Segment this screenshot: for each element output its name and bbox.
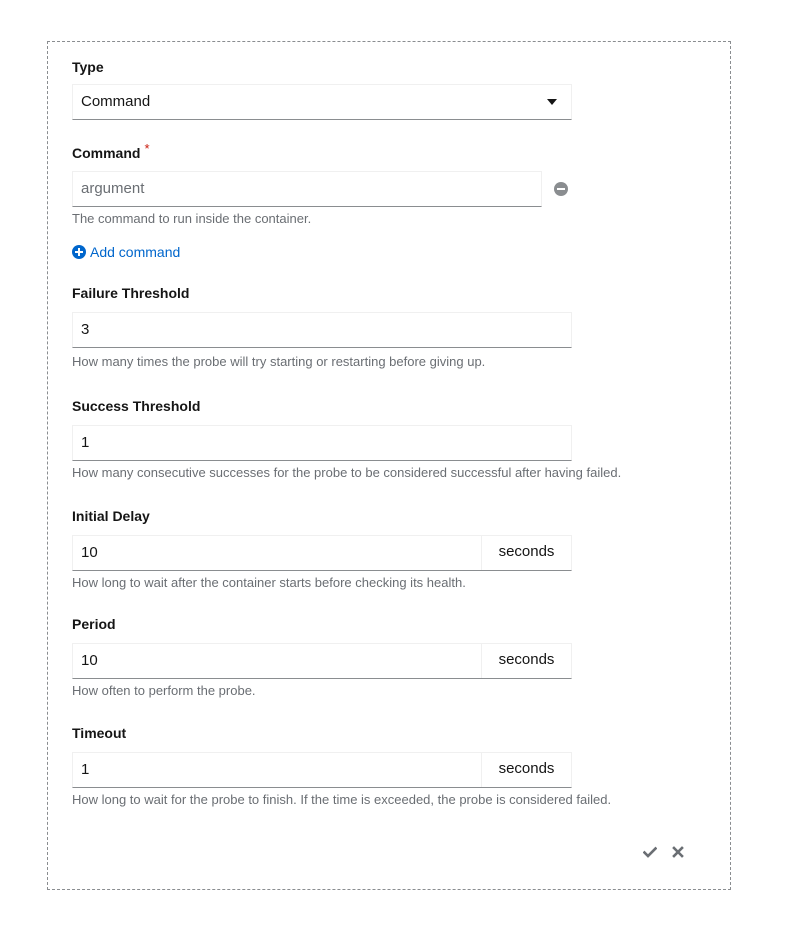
timeout-helper: How long to wait for the probe to finish…: [72, 792, 612, 807]
failure-threshold-helper: How many times the probe will try starti…: [72, 354, 486, 369]
initial-delay-value: 10: [81, 544, 98, 561]
close-icon[interactable]: [671, 845, 685, 859]
type-select[interactable]: Command: [72, 84, 572, 120]
period-label: Period: [72, 616, 116, 632]
add-command-label: Add command: [90, 244, 181, 260]
command-label-text: Command: [72, 145, 141, 161]
command-helper: The command to run inside the container.: [72, 211, 312, 226]
timeout-label: Timeout: [72, 725, 127, 741]
plus-circle-icon: [72, 245, 86, 259]
remove-command-icon[interactable]: [554, 182, 568, 196]
success-threshold-input[interactable]: 1: [72, 425, 572, 461]
add-command-button[interactable]: Add command: [72, 244, 180, 260]
timeout-input[interactable]: 1 seconds: [72, 752, 572, 788]
initial-delay-label: Initial Delay: [72, 508, 150, 524]
command-field: Command * argument The command to run ins…: [72, 141, 712, 264]
period-input[interactable]: 10 seconds: [72, 643, 572, 679]
required-marker: *: [144, 141, 150, 156]
success-threshold-helper: How many consecutive successes for the p…: [72, 465, 622, 480]
command-label: Command *: [72, 141, 712, 163]
command-argument-input[interactable]: argument: [72, 171, 542, 207]
command-argument-placeholder: argument: [81, 180, 145, 197]
type-field: Type Command: [72, 57, 712, 120]
initial-delay-unit: seconds: [481, 535, 571, 570]
caret-down-icon: [547, 99, 557, 105]
form-actions: [643, 845, 685, 859]
failure-threshold-field: Failure Threshold 3 How many times the p…: [72, 283, 712, 370]
success-threshold-value: 1: [81, 434, 90, 451]
period-field: Period 10 seconds How often to perform t…: [72, 614, 712, 699]
timeout-value: 1: [81, 761, 90, 778]
timeout-unit: seconds: [481, 752, 571, 787]
type-select-value: Command: [81, 93, 151, 110]
failure-threshold-input[interactable]: 3: [72, 312, 572, 348]
period-helper: How often to perform the probe.: [72, 683, 256, 698]
failure-threshold-value: 3: [81, 321, 90, 338]
timeout-field: Timeout 1 seconds How long to wait for t…: [72, 723, 712, 808]
initial-delay-input[interactable]: 10 seconds: [72, 535, 572, 571]
success-threshold-field: Success Threshold 1 How many consecutive…: [72, 396, 712, 481]
type-label: Type: [72, 59, 104, 75]
period-value: 10: [81, 652, 98, 669]
check-icon[interactable]: [643, 845, 657, 859]
failure-threshold-label: Failure Threshold: [72, 285, 190, 301]
initial-delay-helper: How long to wait after the container sta…: [72, 575, 466, 590]
success-threshold-label: Success Threshold: [72, 398, 201, 414]
probe-form-panel: Type Command Command * argument The comma…: [47, 41, 731, 890]
period-unit: seconds: [481, 643, 571, 678]
initial-delay-field: Initial Delay 10 seconds How long to wai…: [72, 506, 712, 591]
